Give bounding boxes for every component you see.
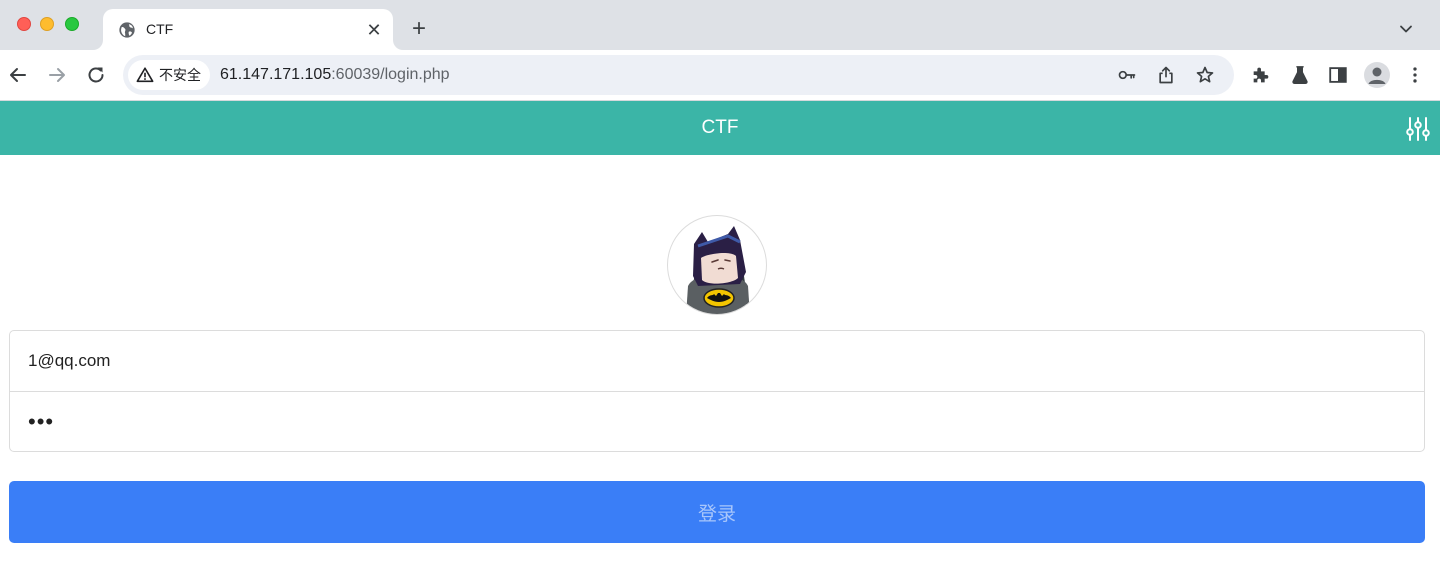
globe-icon (119, 22, 135, 38)
window-close-button[interactable] (17, 17, 31, 31)
url-text[interactable]: 61.147.171.105:60039/login.php (220, 66, 450, 84)
tab-close-icon[interactable]: ✕ (364, 20, 384, 40)
person-icon (1368, 67, 1386, 84)
more-menu-icon[interactable] (1404, 64, 1426, 86)
security-indicator[interactable]: 不安全 (128, 60, 210, 90)
extensions-icon[interactable] (1250, 64, 1272, 86)
key-icon[interactable] (1117, 65, 1137, 85)
app-title: CTF (701, 117, 739, 138)
email-field[interactable] (10, 331, 1424, 391)
star-icon[interactable] (1195, 65, 1215, 85)
password-field[interactable] (10, 392, 1424, 452)
new-tab-button[interactable]: + (408, 17, 430, 41)
browser-tab-strip: CTF ✕ + (0, 0, 1440, 50)
warning-icon (136, 67, 154, 83)
app-header: CTF (0, 101, 1440, 155)
sliders-icon[interactable] (1404, 115, 1432, 143)
login-form (9, 330, 1425, 452)
window-minimize-button[interactable] (40, 17, 54, 31)
avatar (667, 215, 767, 315)
reload-icon[interactable] (84, 63, 108, 87)
window-zoom-button[interactable] (65, 17, 79, 31)
side-panel-icon[interactable] (1327, 64, 1349, 86)
forward-icon[interactable] (45, 63, 69, 87)
tab-search-chevron-icon[interactable] (1396, 19, 1416, 39)
browser-tab-active[interactable]: CTF ✕ (103, 9, 393, 50)
profile-icon[interactable] (1364, 62, 1390, 88)
batman-avatar-image (686, 226, 750, 314)
url-path: :60039/login.php (331, 66, 450, 83)
security-label: 不安全 (159, 67, 201, 83)
back-icon[interactable] (6, 63, 30, 87)
url-host: 61.147.171.105 (220, 66, 332, 83)
address-bar[interactable]: 不安全 61.147.171.105:60039/login.php (123, 55, 1234, 95)
tab-title: CTF (146, 21, 174, 37)
browser-toolbar: 不安全 61.147.171.105:60039/login.php (0, 50, 1440, 101)
labs-flask-icon[interactable] (1289, 64, 1311, 86)
share-icon[interactable] (1156, 65, 1176, 85)
login-button[interactable]: 登录 (9, 481, 1425, 543)
